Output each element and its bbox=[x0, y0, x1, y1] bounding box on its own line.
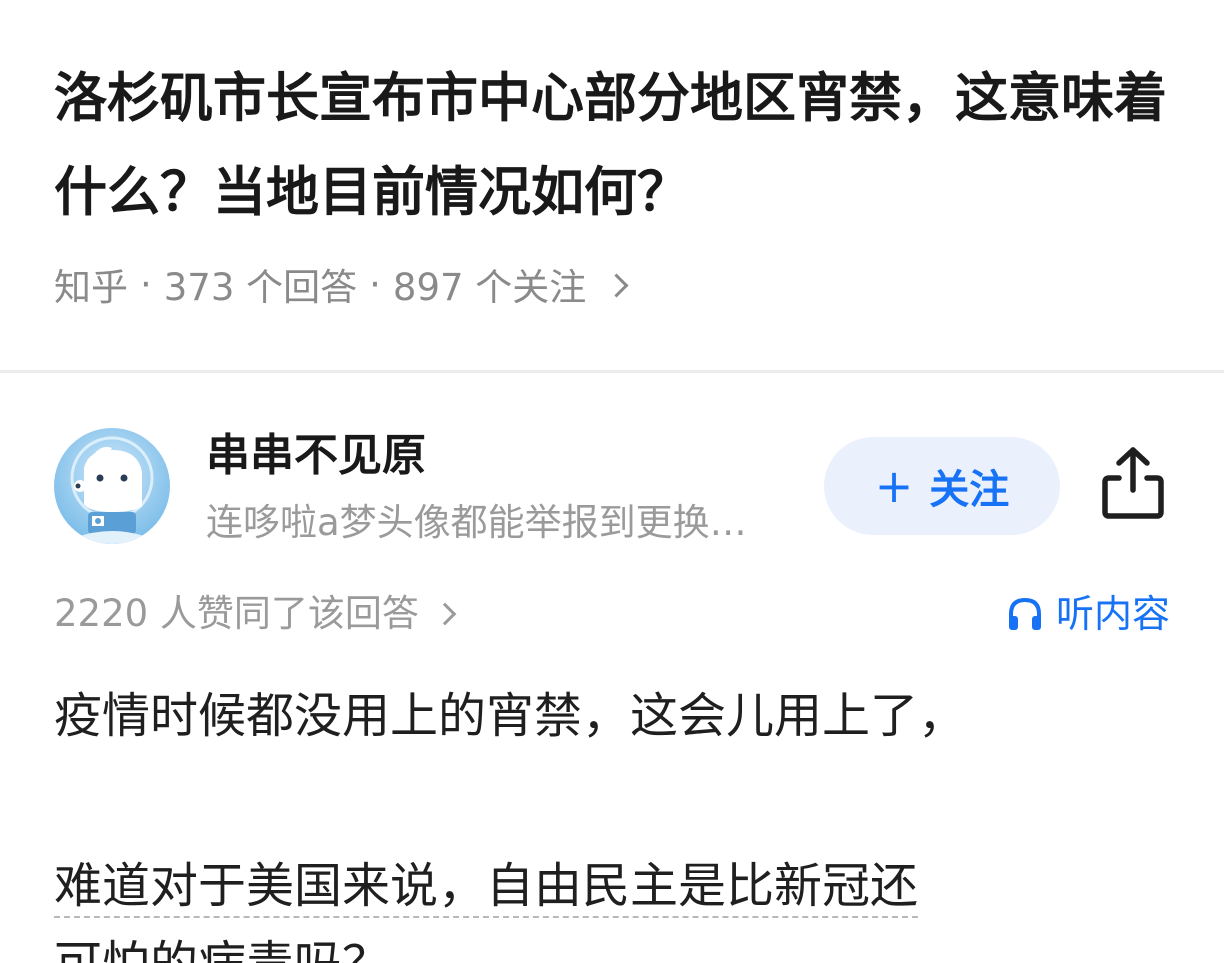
follow-label: 关注 bbox=[929, 467, 1010, 513]
zhihu-answer-page: 洛杉矶市长宣布市中心部分地区宵禁，这意味着什么？当地目前情况如何？ 知乎 · 3… bbox=[0, 0, 1224, 963]
question-header: 洛杉矶市长宣布市中心部分地区宵禁，这意味着什么？当地目前情况如何？ bbox=[54, 52, 1184, 240]
vote-count[interactable]: 2220 人赞同了该回答 bbox=[54, 588, 457, 640]
author-avatar[interactable] bbox=[54, 428, 170, 544]
headphones-icon bbox=[1008, 597, 1041, 630]
answer-paragraph: 难道对于美国来说，自由民主是比新冠还 bbox=[54, 850, 918, 922]
vote-count-text: 2220 人赞同了该回答 bbox=[54, 592, 419, 635]
follow-button[interactable]: + 关注 bbox=[824, 437, 1060, 535]
share-icon[interactable] bbox=[1100, 446, 1166, 520]
author-name[interactable]: 串串不见原 bbox=[206, 428, 426, 484]
followers-count: 897 个关注 bbox=[392, 266, 587, 309]
answer-paragraph: 可怕的病毒吗？ bbox=[54, 928, 390, 963]
doraemon-avatar-icon bbox=[54, 428, 170, 544]
chevron-right-icon bbox=[604, 272, 629, 298]
plus-icon: + bbox=[874, 459, 914, 513]
answer-paragraph: 疫情时候都没用上的宵禁，这会儿用上了， bbox=[54, 688, 967, 744]
answer-paragraph-text: 难道对于美国来说，自由民主是比新冠还 bbox=[54, 858, 919, 914]
meta-separator: · bbox=[369, 262, 381, 306]
question-title[interactable]: 洛杉矶市长宣布市中心部分地区宵禁，这意味着什么？当地目前情况如何？ bbox=[54, 52, 1184, 240]
question-source: 知乎 bbox=[54, 266, 128, 309]
question-meta[interactable]: 知乎 · 373 个回答 · 897 个关注 bbox=[54, 258, 629, 310]
meta-separator: · bbox=[140, 262, 152, 306]
section-divider bbox=[0, 370, 1224, 373]
listen-label: 听内容 bbox=[1055, 592, 1170, 636]
answers-count: 373 个回答 bbox=[163, 266, 358, 309]
listen-button[interactable]: 听内容 bbox=[1006, 588, 1170, 640]
author-bio: 连哆啦a梦头像都能举报到更换… bbox=[206, 501, 747, 544]
chevron-right-icon bbox=[433, 602, 457, 626]
